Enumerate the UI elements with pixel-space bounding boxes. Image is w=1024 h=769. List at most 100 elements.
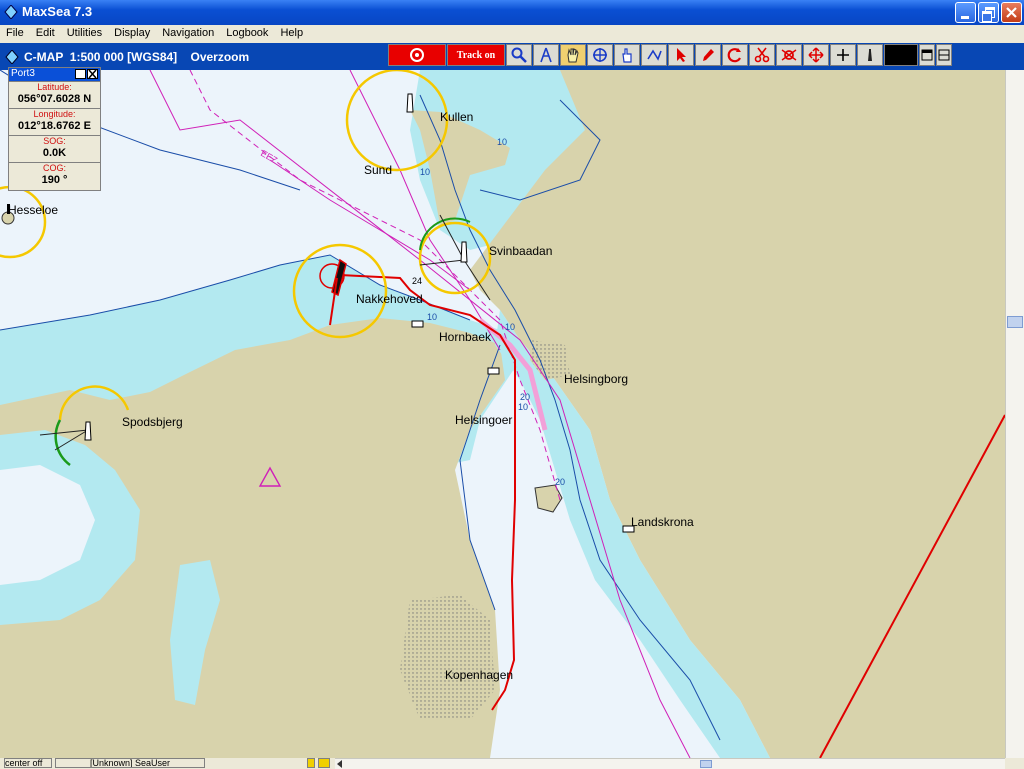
menu-edit[interactable]: Edit	[30, 25, 61, 43]
chart-header: C-MAP 1:500 000 [WGS84] Overzoom Track o…	[0, 43, 1024, 70]
compass-divider-button[interactable]	[533, 44, 559, 66]
field-label: Longitude:	[33, 109, 76, 119]
lighthouse-icon	[84, 421, 92, 441]
copenhagen-urban	[400, 595, 495, 720]
zoom-button[interactable]	[506, 44, 532, 66]
menu-utilities[interactable]: Utilities	[61, 25, 108, 43]
pointer-hand-icon	[622, 48, 632, 63]
mob-button[interactable]	[388, 44, 446, 66]
field-value: 012°18.6762 E	[18, 120, 91, 132]
field-value: 056°07.6028 N	[17, 93, 92, 105]
latitude-field: Latitude: 056°07.6028 N	[9, 81, 100, 108]
rotate-button[interactable]	[722, 44, 748, 66]
place-label: Svinbaadan	[489, 244, 553, 258]
field-label: COG:	[42, 163, 66, 173]
color-swatch-button[interactable]	[884, 44, 918, 66]
cog-field: COG: 190 °	[9, 162, 100, 189]
depth-label: 24	[412, 276, 422, 286]
depth-label: 10	[420, 167, 430, 177]
nautical-chart[interactable]: 10 10 10 10 10 20 20 24 EEZ Kullen Sund …	[0, 70, 1005, 758]
status-indicator	[318, 758, 330, 768]
port-panel-titlebar[interactable]: Port3	[9, 68, 100, 81]
scroll-left-arrow[interactable]	[337, 760, 342, 768]
depth-label: 10	[427, 312, 437, 322]
place-label: Hornbaek	[439, 330, 492, 344]
menu-bar: File Edit Utilities Display Navigation Logboo…	[0, 25, 1024, 43]
menu-display[interactable]: Display	[108, 25, 156, 43]
toolbar: Track on	[388, 44, 953, 68]
minimize-button[interactable]	[955, 2, 976, 23]
target-icon	[410, 48, 424, 62]
chart-scale-label: C-MAP 1:500 000 [WGS84] Overzoom	[24, 50, 250, 64]
center-button[interactable]	[587, 44, 613, 66]
tile-windows-button[interactable]	[936, 44, 952, 66]
port-panel-title: Port3	[11, 68, 35, 79]
chart-window-icon	[5, 50, 19, 64]
lighthouse-icon	[868, 49, 872, 61]
close-button[interactable]	[1001, 2, 1022, 23]
place-label: Spodsbjerg	[122, 415, 183, 429]
move-button[interactable]	[803, 44, 829, 66]
restore-button[interactable]	[978, 2, 999, 23]
scroll-thumb[interactable]	[700, 760, 712, 768]
scissors-icon	[754, 47, 770, 63]
close-icon	[1006, 7, 1017, 18]
crosshair-icon	[593, 48, 607, 62]
hand-icon	[567, 48, 579, 63]
pencil-icon	[703, 49, 714, 61]
field-label: Latitude:	[37, 82, 72, 92]
window-list-button[interactable]	[919, 44, 935, 66]
vertical-scrollbar[interactable]	[1005, 70, 1024, 758]
depth-label: 20	[555, 477, 565, 487]
select-hand-button[interactable]	[614, 44, 640, 66]
cut-button[interactable]	[749, 44, 775, 66]
port-panel-maximize-button[interactable]	[75, 69, 86, 79]
maxsea-logo-icon	[4, 5, 18, 19]
node-button[interactable]	[776, 44, 802, 66]
place-label: Helsingoer	[455, 413, 513, 427]
pan-hand-button[interactable]	[560, 44, 586, 66]
place-label: Landskrona	[631, 515, 694, 529]
status-center[interactable]: center off	[4, 758, 52, 768]
place-label: Nakkehoved	[356, 292, 423, 306]
place-label: Kopenhagen	[445, 668, 514, 682]
place-label: Helsingborg	[564, 372, 629, 386]
pencil-button[interactable]	[695, 44, 721, 66]
lighthouse-icon	[460, 241, 468, 263]
lighthouse-button[interactable]	[857, 44, 883, 66]
menu-navigation[interactable]: Navigation	[156, 25, 220, 43]
scroll-thumb[interactable]	[1007, 316, 1023, 328]
menu-file[interactable]: File	[0, 25, 30, 43]
route-button[interactable]	[641, 44, 667, 66]
divider-icon	[540, 47, 552, 63]
port-panel-close-button[interactable]	[87, 69, 98, 79]
depth-label: 10	[518, 402, 528, 412]
status-user: [Unknown] SeaUser	[55, 758, 205, 768]
field-value: 190 °	[41, 174, 68, 186]
windows-icon	[921, 49, 933, 61]
arrow-button[interactable]	[668, 44, 694, 66]
status-bar: center off [Unknown] SeaUser	[0, 758, 1024, 769]
lighthouse-icon	[406, 93, 414, 113]
port-panel[interactable]: Port3 Latitude: 056°07.6028 N Longitude: 0…	[8, 67, 101, 191]
close-icon	[88, 69, 97, 79]
move-arrows-icon	[808, 47, 824, 63]
harbour-marker	[487, 367, 500, 375]
depth-label: 10	[505, 322, 515, 332]
field-label: SOG:	[43, 136, 66, 146]
tile-icon	[938, 49, 950, 61]
rotate-icon	[727, 48, 741, 63]
horizontal-scrollbar[interactable]	[335, 758, 1005, 769]
menu-help[interactable]: Help	[274, 25, 309, 43]
arrow-cursor-icon	[677, 48, 686, 62]
add-button[interactable]	[830, 44, 856, 66]
place-label: Sund	[364, 163, 393, 177]
place-label: Kullen	[440, 110, 474, 124]
menu-logbook[interactable]: Logbook	[220, 25, 274, 43]
window-title: MaxSea 7.3	[22, 4, 93, 19]
node-edit-icon	[781, 49, 797, 61]
field-value: 0.0K	[42, 147, 67, 159]
status-indicator	[307, 758, 315, 768]
track-on-button[interactable]: Track on	[447, 44, 505, 66]
magnifier-icon	[511, 47, 527, 63]
